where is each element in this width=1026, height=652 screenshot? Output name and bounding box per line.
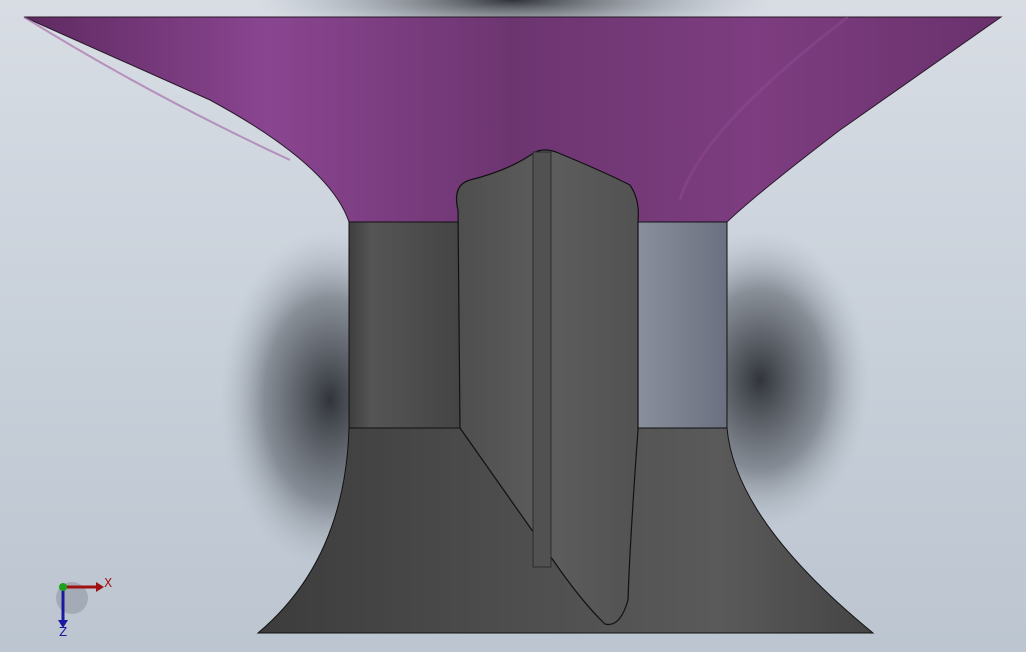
y-axis-dot xyxy=(59,583,67,591)
x-axis-arrow xyxy=(96,582,104,592)
cylinder-right-face[interactable] xyxy=(637,221,728,429)
z-axis-label: Z xyxy=(59,625,67,639)
3d-model-view[interactable] xyxy=(0,0,1026,652)
cylinder-left-face[interactable] xyxy=(348,221,461,429)
graphics-viewport[interactable]: X Z xyxy=(0,0,1026,652)
coordinate-triad[interactable]: X Z xyxy=(44,570,124,640)
x-axis-label: X xyxy=(104,576,112,590)
blade-spine xyxy=(532,151,552,568)
